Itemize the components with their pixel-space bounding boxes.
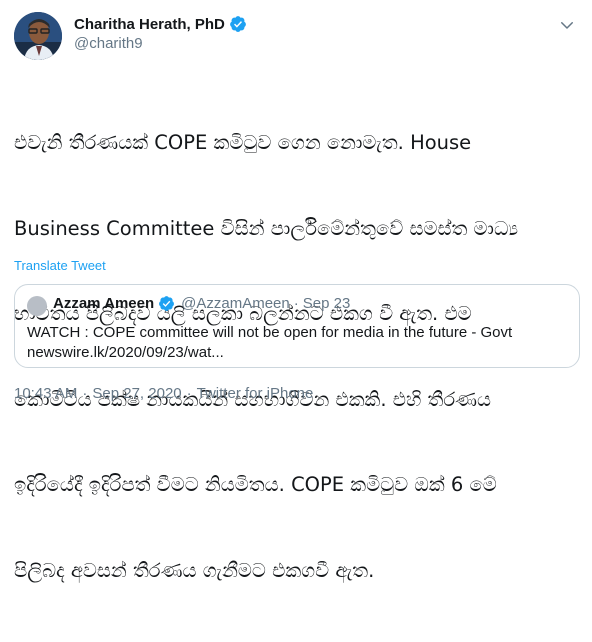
author-block: Charitha Herath, PhD @charith9	[74, 15, 247, 52]
meta-separator: ·	[186, 385, 192, 402]
author-name-row[interactable]: Charitha Herath, PhD	[74, 15, 247, 33]
tweet-line: ඉදිරියේදී ඉදිරිපත් වීමට නියමිතය. COPE කම…	[14, 473, 497, 496]
author-name[interactable]: Charitha Herath, PhD	[74, 16, 225, 33]
quoted-author-handle[interactable]: @AzzamAmeen	[181, 295, 290, 312]
verified-badge-icon	[229, 16, 246, 32]
quoted-author-avatar[interactable]	[27, 296, 47, 316]
tweet-source[interactable]: Twitter for iPhone	[197, 385, 314, 402]
quoted-line: newswire.lk/2020/09/23/wat...	[27, 344, 224, 361]
quoted-tweet[interactable]: Azzam Ameen @AzzamAmeen · Sep 23 WATCH :…	[14, 284, 580, 368]
quoted-date[interactable]: Sep 23	[303, 295, 351, 312]
quoted-separator: ·	[293, 295, 299, 312]
quoted-tweet-header: Azzam Ameen @AzzamAmeen · Sep 23	[53, 295, 350, 312]
quoted-author-name[interactable]: Azzam Ameen	[53, 295, 154, 312]
quoted-tweet-text: WATCH : COPE committee will not be open …	[27, 323, 567, 363]
meta-separator: ·	[82, 385, 88, 402]
chevron-down-icon[interactable]	[558, 16, 576, 34]
tweet-date[interactable]: Sep 27, 2020	[92, 385, 181, 402]
tweet-line: Business Committee විසින් පාර්ලිමේන්තුවේ…	[14, 216, 519, 240]
tweet-time[interactable]: 10:43 AM	[14, 385, 77, 402]
tweet-line: එවැනි තීරණයක් COPE කමිටුව ගෙන නොමැත. Hou…	[14, 131, 472, 154]
author-avatar[interactable]	[14, 12, 62, 60]
verified-badge-icon	[159, 296, 175, 311]
tweet-metadata: 10:43 AM · Sep 27, 2020 · Twitter for iPhone	[14, 385, 313, 402]
tweet-line: පිලිබද අවසන් තීරණය ගැනීමට එකගවී ඇත.	[14, 558, 375, 582]
tweet-card: Charitha Herath, PhD @charith9 එවැනි තීර…	[0, 0, 592, 582]
quoted-line: WATCH : COPE committee will not be open …	[27, 324, 513, 341]
translate-tweet-link[interactable]: Translate Tweet	[14, 258, 106, 273]
avatar-image	[14, 12, 62, 60]
author-handle[interactable]: @charith9	[74, 35, 247, 52]
